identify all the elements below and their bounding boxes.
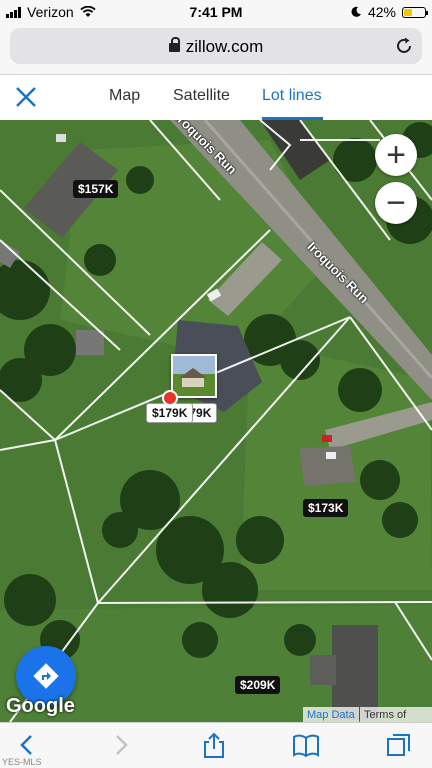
listing-thumbnail[interactable] (171, 354, 217, 398)
back-icon[interactable] (14, 731, 42, 759)
tab-lot-lines[interactable]: Lot lines (262, 87, 322, 105)
price-marker[interactable]: $157K (73, 180, 119, 198)
close-icon[interactable] (14, 85, 38, 109)
reload-icon[interactable] (394, 36, 414, 56)
battery-fill (404, 8, 413, 16)
price-marker[interactable]: $173K (303, 499, 349, 517)
bookmarks-icon[interactable] (292, 731, 320, 759)
map-view-tabs: Map Satellite Lot lines (0, 75, 432, 121)
zoom-out-button[interactable]: − (375, 182, 417, 224)
google-logo: Google (6, 695, 75, 717)
price-marker[interactable]: $209K (235, 676, 281, 694)
status-bar: Verizon 7:41 PM 42% (0, 0, 432, 24)
share-icon[interactable] (200, 731, 228, 759)
forward-icon[interactable] (106, 731, 134, 759)
browser-address-bar: zillow.com (0, 24, 432, 75)
lock-icon (168, 37, 180, 53)
price-marker-selected[interactable]: $179K (146, 403, 194, 423)
battery-icon (402, 6, 428, 18)
tab-satellite[interactable]: Satellite (173, 87, 230, 105)
browser-toolbar (0, 722, 432, 768)
battery-percent: 42% (367, 4, 396, 20)
house-photo (173, 356, 215, 396)
url-text: zillow.com (185, 37, 264, 56)
tabs-icon[interactable] (385, 731, 413, 759)
tab-map[interactable]: Map (109, 87, 140, 105)
mls-watermark: YES-MLS (2, 757, 42, 767)
satellite-map[interactable]: Iroquois Run Iroquois Run $157K $179K $1… (0, 120, 432, 722)
terms-of-use-link[interactable]: Terms of Use (360, 707, 432, 722)
map-marker-dot[interactable] (162, 390, 178, 406)
moon-icon (351, 6, 361, 17)
map-data-link[interactable]: Map Data (303, 707, 359, 722)
zoom-in-button[interactable]: + (375, 134, 417, 176)
url-field[interactable]: zillow.com (10, 28, 422, 64)
